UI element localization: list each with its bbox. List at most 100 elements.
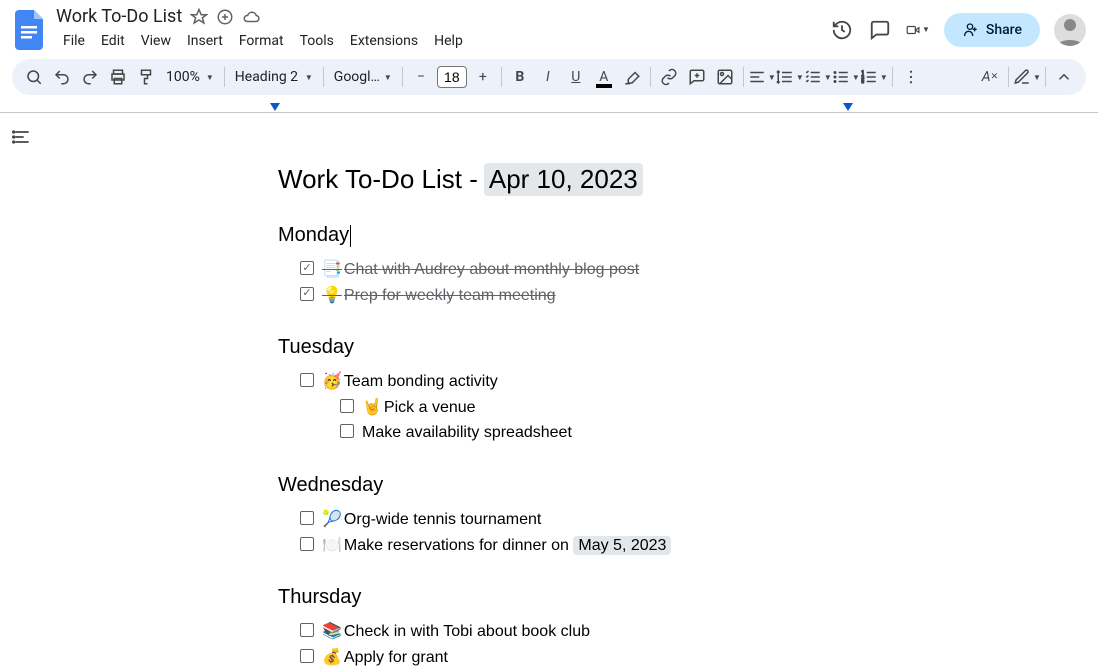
emoji-icon: 🥳 (322, 373, 342, 390)
numbered-list-icon[interactable]: 123▼ (860, 63, 888, 91)
separator (650, 67, 651, 87)
list-item[interactable]: 💰Apply for grant (278, 645, 1098, 670)
collapse-toolbar-icon[interactable] (1050, 63, 1078, 91)
text-cursor (350, 225, 351, 247)
doc-meta: Work To-Do List File Edit View Insert Fo… (56, 6, 822, 53)
link-icon[interactable] (655, 63, 683, 91)
emoji-icon: 💡 (322, 287, 342, 304)
zoom-select[interactable]: 100%▼ (160, 69, 220, 85)
font-size-increase[interactable]: + (469, 63, 497, 91)
item-label: Check in with Tobi about book club (344, 623, 590, 640)
checkbox-icon[interactable] (340, 424, 354, 438)
list-item[interactable]: Make availability spreadsheet (278, 420, 1098, 446)
emoji-icon: 🤘 (362, 399, 382, 416)
svg-text:3: 3 (861, 79, 864, 85)
item-label: Apply for grant (344, 649, 448, 666)
menu-help[interactable]: Help (427, 29, 470, 53)
doc-heading[interactable]: Work To-Do List - Apr 10, 2023 (278, 163, 1098, 196)
insert-image-icon[interactable] (711, 63, 739, 91)
cloud-status-icon[interactable] (242, 8, 260, 26)
checkbox-icon[interactable] (300, 623, 314, 637)
search-icon[interactable] (20, 63, 48, 91)
heading-prefix: Work To-Do List - (278, 164, 478, 195)
menu-insert[interactable]: Insert (180, 29, 230, 53)
menubar: File Edit View Insert Format Tools Exten… (56, 29, 822, 53)
wednesday-list: 🎾Org-wide tennis tournament 🍽️Make reser… (278, 507, 1098, 558)
star-icon[interactable] (190, 8, 208, 26)
move-icon[interactable] (216, 8, 234, 26)
separator (743, 67, 744, 87)
date-chip[interactable]: May 5, 2023 (573, 536, 671, 555)
menu-tools[interactable]: Tools (293, 29, 341, 53)
line-spacing-icon[interactable]: ▼ (776, 63, 804, 91)
emoji-icon: 🎾 (322, 511, 342, 528)
indent-marker-left-icon[interactable] (270, 103, 280, 111)
indent-marker-right-icon[interactable] (843, 103, 853, 111)
list-item[interactable]: 🍽️Make reservations for dinner on May 5,… (278, 533, 1098, 559)
header-right: ▼ Share (830, 13, 1086, 47)
menu-edit[interactable]: Edit (94, 29, 132, 53)
item-label: Pick a venue (384, 399, 476, 416)
checklist-icon[interactable]: ▼ (804, 63, 832, 91)
share-button[interactable]: Share (944, 13, 1040, 47)
item-label: Team bonding activity (344, 373, 498, 390)
separator (323, 67, 324, 87)
font-size-input[interactable] (437, 66, 467, 88)
checkbox-icon[interactable] (300, 287, 314, 301)
list-item[interactable]: 🎾Org-wide tennis tournament (278, 507, 1098, 533)
history-icon[interactable] (830, 18, 854, 42)
checkbox-icon[interactable] (300, 261, 314, 275)
add-comment-icon[interactable] (683, 63, 711, 91)
list-item[interactable]: 📑Chat with Audrey about monthly blog pos… (278, 257, 1098, 283)
checkbox-icon[interactable] (300, 537, 314, 551)
print-icon[interactable] (104, 63, 132, 91)
menu-format[interactable]: Format (232, 29, 291, 53)
checkbox-icon[interactable] (300, 511, 314, 525)
more-icon[interactable] (897, 63, 925, 91)
clear-formatting-icon[interactable]: A✕ (976, 63, 1004, 91)
section-tuesday[interactable]: Tuesday (278, 336, 1098, 359)
emoji-icon: 💰 (322, 649, 342, 666)
list-item[interactable]: 💡Prep for weekly team meeting (278, 283, 1098, 309)
align-icon[interactable]: ▼ (748, 63, 776, 91)
font-size-decrease[interactable]: − (407, 63, 435, 91)
italic-icon[interactable]: I (534, 63, 562, 91)
paint-format-icon[interactable] (132, 63, 160, 91)
monday-list: 📑Chat with Audrey about monthly blog pos… (278, 257, 1098, 308)
ruler[interactable] (0, 101, 1098, 113)
bullets-icon[interactable]: ▼ (832, 63, 860, 91)
separator (224, 67, 225, 87)
meet-icon[interactable]: ▼ (906, 18, 930, 42)
editing-mode-icon[interactable]: ▼ (1013, 63, 1041, 91)
font-select[interactable]: Googl…▼ (328, 69, 398, 85)
docs-logo-icon[interactable] (12, 12, 48, 48)
bold-icon[interactable]: B (506, 63, 534, 91)
item-label: Make reservations for dinner on (344, 537, 573, 554)
checkbox-icon[interactable] (340, 399, 354, 413)
list-item[interactable]: 📚Check in with Tobi about book club (278, 619, 1098, 645)
undo-icon[interactable] (48, 63, 76, 91)
redo-icon[interactable] (76, 63, 104, 91)
checkbox-icon[interactable] (300, 649, 314, 663)
document-page[interactable]: Work To-Do List - Apr 10, 2023 Monday 📑C… (44, 113, 1098, 668)
checkbox-icon[interactable] (300, 373, 314, 387)
date-chip[interactable]: Apr 10, 2023 (484, 163, 643, 196)
outline-toggle-icon[interactable] (10, 125, 34, 149)
underline-icon[interactable]: U (562, 63, 590, 91)
highlight-icon[interactable] (618, 63, 646, 91)
avatar[interactable] (1054, 14, 1086, 46)
header-bar: Work To-Do List File Edit View Insert Fo… (0, 0, 1098, 53)
menu-extensions[interactable]: Extensions (343, 29, 425, 53)
list-item[interactable]: 🤘Pick a venue (278, 395, 1098, 421)
list-item[interactable]: 🥳Team bonding activity (278, 369, 1098, 395)
emoji-icon: 🍽️ (322, 537, 342, 554)
comments-icon[interactable] (868, 18, 892, 42)
styles-select[interactable]: Heading 2▼ (229, 69, 319, 85)
section-monday[interactable]: Monday (278, 224, 1098, 247)
section-thursday[interactable]: Thursday (278, 586, 1098, 609)
text-color-icon[interactable]: A (590, 63, 618, 91)
menu-view[interactable]: View (134, 29, 178, 53)
menu-file[interactable]: File (56, 29, 92, 53)
section-wednesday[interactable]: Wednesday (278, 474, 1098, 497)
doc-title[interactable]: Work To-Do List (56, 6, 182, 27)
